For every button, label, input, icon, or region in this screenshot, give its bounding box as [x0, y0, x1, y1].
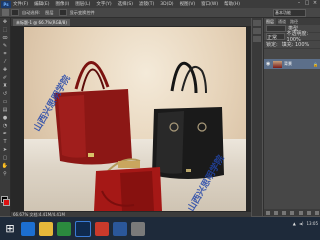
- tab-paths[interactable]: 路径: [288, 18, 300, 25]
- tools-panel: ✥ ⬚ ꝏ ✎ ⌗ ⁄ ✚ ✐ ♜ ↺ ▭ ▤ ● ◔ ✒ T ➤ ▢ ✋ ⚲: [0, 18, 11, 216]
- menu-image[interactable]: 图像(I): [55, 1, 69, 7]
- auto-select-label: 自动选择:: [22, 9, 41, 15]
- fx-icon[interactable]: [274, 210, 279, 215]
- menu-bar: Ps 文件(F) 编辑(E) 图像(I) 图层(L) 文字(Y) 选择(S) 滤…: [0, 0, 320, 8]
- menu-file[interactable]: 文件(F): [13, 1, 28, 7]
- handbags-photo: [54, 61, 224, 211]
- window-controls: – □ ×: [295, 0, 319, 7]
- tab-channels[interactable]: 通道: [276, 18, 288, 25]
- document-tab[interactable]: 未标题-1 @ 66.7%(RGB/8): [13, 19, 70, 26]
- eye-icon[interactable]: ◉: [266, 61, 271, 67]
- brush-icon[interactable]: ✐: [1, 75, 9, 82]
- canvas-area[interactable]: 山西兴思明学院 山西兴思明学院: [11, 26, 251, 212]
- tab-layers[interactable]: 图层: [264, 18, 276, 25]
- layers-panel-footer: [264, 209, 320, 216]
- properties-panel-icon[interactable]: [253, 28, 261, 34]
- new-layer-icon[interactable]: [306, 210, 311, 215]
- collapsed-panels: [252, 18, 262, 216]
- menu-layer[interactable]: 图层(L): [75, 1, 90, 7]
- browser-icon[interactable]: [95, 221, 109, 236]
- app7-icon[interactable]: [131, 221, 145, 236]
- menu-window[interactable]: 窗口(W): [201, 1, 218, 7]
- menu-help[interactable]: 帮助(H): [224, 1, 240, 7]
- move-icon[interactable]: ✥: [1, 19, 9, 26]
- stamp-icon[interactable]: ♜: [1, 83, 9, 90]
- auto-select-target[interactable]: 图层: [45, 10, 53, 16]
- lock-icon: 🔒: [313, 61, 318, 67]
- menu-edit[interactable]: 编辑(E): [34, 1, 49, 7]
- show-transform-checkbox[interactable]: [58, 9, 67, 16]
- move-tool-icon[interactable]: [2, 9, 9, 16]
- type-icon[interactable]: T: [1, 139, 9, 146]
- menu-type[interactable]: 文字(Y): [96, 1, 111, 7]
- close-icon[interactable]: ×: [311, 0, 319, 7]
- lasso-icon[interactable]: ꝏ: [1, 35, 9, 42]
- workspace-select[interactable]: 基本功能: [273, 9, 306, 17]
- pen-icon[interactable]: ✒: [1, 131, 9, 138]
- auto-select-checkbox[interactable]: [11, 9, 19, 16]
- hand-icon[interactable]: ✋: [1, 163, 9, 170]
- history-panel-icon[interactable]: [253, 20, 261, 26]
- background-color-swatch[interactable]: [3, 199, 10, 206]
- eraser-icon[interactable]: ▭: [1, 99, 9, 106]
- dodge-icon[interactable]: ◔: [1, 123, 9, 130]
- menu-filter[interactable]: 滤镜(T): [139, 1, 154, 7]
- options-bar: 自动选择: 图层 显示变换控件 基本功能: [0, 8, 320, 18]
- folder-icon[interactable]: [298, 210, 303, 215]
- document-tab-bar: 未标题-1 @ 66.7%(RGB/8): [11, 18, 251, 26]
- word-icon[interactable]: [113, 221, 127, 236]
- blend-row: 正常 不透明度: 100%: [264, 31, 320, 43]
- volume-icon[interactable]: ◄): [299, 221, 304, 226]
- kind-filter-select[interactable]: [266, 25, 286, 32]
- layers-panel: 图层 通道 路径 类型 正常 不透明度: 100% 锁定: 填充: 100% ◉…: [263, 18, 320, 216]
- adjustment-icon[interactable]: [290, 210, 295, 215]
- panel-tabs: 图层 通道 路径: [264, 18, 320, 25]
- shape-icon[interactable]: ▢: [1, 155, 9, 162]
- explorer-icon[interactable]: [39, 221, 53, 236]
- fill-label[interactable]: 填充: 100%: [282, 41, 310, 48]
- menu-view[interactable]: 视图(V): [180, 1, 196, 7]
- system-tray: ▲ ◄) 13:05: [290, 221, 318, 226]
- link-icon[interactable]: [266, 210, 271, 215]
- crop-icon[interactable]: ⌗: [1, 51, 9, 58]
- eyedropper-icon[interactable]: ⁄: [1, 59, 9, 66]
- document-canvas[interactable]: 山西兴思明学院 山西兴思明学院: [24, 27, 246, 211]
- media-icon[interactable]: [57, 221, 71, 236]
- layer-thumbnail: [273, 60, 282, 68]
- healing-icon[interactable]: ✚: [1, 67, 9, 74]
- adjustments-panel-icon[interactable]: [253, 36, 261, 42]
- show-transform-label: 显示变换控件: [69, 9, 95, 15]
- ie-icon[interactable]: [21, 221, 35, 236]
- blur-icon[interactable]: ●: [1, 115, 9, 122]
- blend-mode-select[interactable]: 正常: [266, 33, 285, 41]
- maximize-icon[interactable]: □: [303, 0, 311, 7]
- marquee-icon[interactable]: ⬚: [1, 27, 9, 34]
- start-icon[interactable]: ⊞: [3, 222, 17, 236]
- menu-select[interactable]: 选择(S): [118, 1, 133, 7]
- gradient-icon[interactable]: ▤: [1, 107, 9, 114]
- clock[interactable]: 13:05: [306, 221, 318, 226]
- quick-select-icon[interactable]: ✎: [1, 43, 9, 50]
- zoom-icon[interactable]: ⚲: [1, 171, 9, 178]
- history-brush-icon[interactable]: ↺: [1, 91, 9, 98]
- photoshop-icon[interactable]: [75, 220, 91, 237]
- mask-icon[interactable]: [282, 210, 287, 215]
- path-select-icon[interactable]: ➤: [1, 147, 9, 154]
- photoshop-logo: Ps: [1, 0, 11, 8]
- trash-icon[interactable]: [314, 210, 319, 215]
- menu-3d[interactable]: 3D(D): [160, 2, 173, 7]
- layer-name: 背景: [284, 61, 292, 66]
- network-icon[interactable]: ▲: [293, 221, 296, 226]
- layer-row-background[interactable]: ◉ 背景 🔒: [264, 59, 320, 69]
- taskbar: ⊞ ▲ ◄) 13:05: [0, 217, 320, 240]
- minimize-icon[interactable]: –: [295, 0, 303, 7]
- lock-label: 锁定:: [266, 42, 278, 48]
